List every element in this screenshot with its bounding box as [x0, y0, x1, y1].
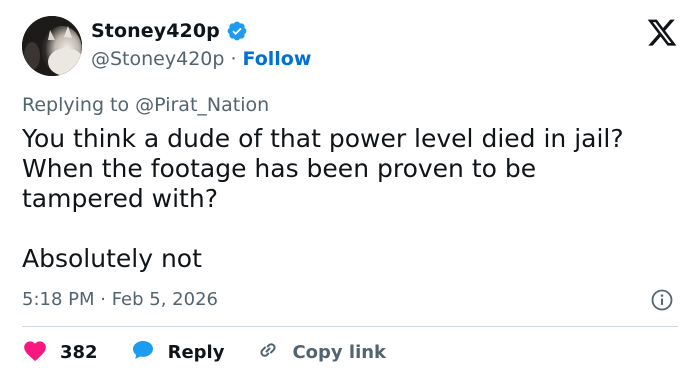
- handle-separator: ·: [230, 48, 237, 70]
- reply-label: Reply: [167, 342, 225, 363]
- display-name[interactable]: Stoney420p: [91, 20, 220, 42]
- tweet-text: You think a dude of that power level die…: [22, 124, 624, 273]
- verified-badge-icon: [226, 20, 248, 42]
- info-icon[interactable]: [650, 288, 674, 312]
- handle-row: @Stoney420p · Follow: [91, 48, 311, 70]
- reply-button[interactable]: Reply: [130, 338, 225, 367]
- follow-button[interactable]: Follow: [242, 48, 311, 70]
- action-bar: 382 Reply Copy link: [22, 338, 386, 367]
- heart-icon: [22, 338, 48, 367]
- replying-to: Replying to @Pirat_Nation: [22, 94, 269, 116]
- x-logo-icon[interactable]: [646, 18, 678, 48]
- copy-link-button[interactable]: Copy link: [256, 338, 386, 367]
- tweet-timestamp[interactable]: 5:18 PM · Feb 5, 2026: [22, 289, 218, 310]
- like-count: 382: [60, 342, 98, 363]
- reply-bubble-icon: [130, 338, 156, 367]
- divider: [22, 326, 678, 327]
- copy-link-label: Copy link: [292, 342, 387, 363]
- avatar[interactable]: [22, 16, 82, 76]
- replying-to-prefix: Replying to: [22, 94, 130, 116]
- tweet-card: Stoney420p @Stoney420p · Follow Replying…: [0, 0, 700, 379]
- author-name-row: Stoney420p: [91, 20, 248, 42]
- user-handle[interactable]: @Stoney420p: [91, 48, 224, 70]
- link-icon: [256, 338, 280, 367]
- replying-to-mention[interactable]: @Pirat_Nation: [135, 94, 269, 116]
- like-button[interactable]: 382: [22, 338, 98, 367]
- avatar-image: [22, 16, 82, 76]
